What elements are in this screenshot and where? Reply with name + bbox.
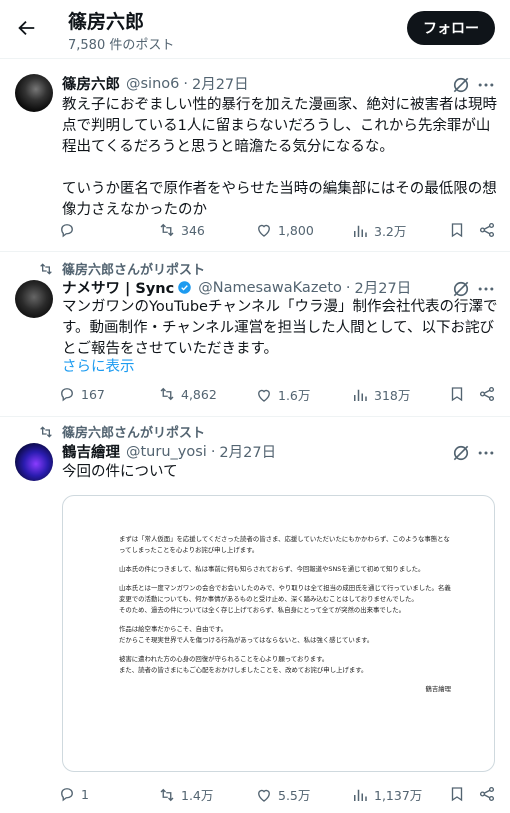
statement-paragraph: 被害に遭われた方の心身の回復が守られることを心より願っております。 また、読者の… xyxy=(119,655,368,674)
like-button[interactable]: 5.5万 xyxy=(255,785,310,804)
divider xyxy=(0,58,510,59)
post-count: 7,580 件のポスト xyxy=(68,38,175,53)
verified-badge-icon xyxy=(178,281,191,294)
reply-icon xyxy=(61,788,73,802)
avatar[interactable] xyxy=(15,280,53,318)
author-name[interactable]: ナメサワ | Sync xyxy=(62,277,174,298)
bookmark-button[interactable] xyxy=(448,221,466,239)
post-author-row: ナメサワ | Sync @NamesawaKazeto · 2月27日 xyxy=(62,277,411,298)
repost-icon xyxy=(160,223,174,237)
views-button[interactable]: 1,137万 xyxy=(351,785,422,804)
repost-icon xyxy=(160,387,174,401)
bookmark-icon xyxy=(451,223,463,238)
share-icon xyxy=(479,386,495,402)
author-handle[interactable]: @turu_yosi xyxy=(126,444,207,460)
statement-signature: 鶴吉繪理 xyxy=(425,685,451,693)
repost-icon xyxy=(40,425,52,438)
repost-button[interactable]: 1.4万 xyxy=(158,785,213,804)
like-icon xyxy=(258,224,270,237)
reply-button[interactable] xyxy=(58,221,81,239)
repost-indicator: 篠房六郎さんがリポスト xyxy=(38,422,205,441)
post-date[interactable]: 2月27日 xyxy=(219,441,276,462)
share-icon xyxy=(479,786,495,802)
repost-icon xyxy=(40,262,52,275)
post-actions: 167 4,862 1.6万 318万 xyxy=(58,385,500,405)
bookmark-button[interactable] xyxy=(448,385,466,403)
share-icon xyxy=(479,222,495,238)
repost-button[interactable]: 4,862 xyxy=(158,385,217,403)
post-date[interactable]: 2月27日 xyxy=(192,73,249,94)
author-name[interactable]: 篠房六郎 xyxy=(62,73,120,94)
post-actions: 1 1.4万 5.5万 1,137万 xyxy=(58,785,500,805)
profile-header: 篠房六郎 7,580 件のポスト フォロー xyxy=(0,0,510,58)
statement-paragraph: 作品は絵空事だからこそ、自由です。 だからこそ現実世界で人を傷つける行為があって… xyxy=(119,625,374,644)
bookmark-icon xyxy=(451,787,463,802)
post-text: マンガワンのYouTubeチャンネル「ウラ漫」制作会社代表の行澤です。動画制作・… xyxy=(62,299,498,357)
like-button[interactable]: 1,800 xyxy=(255,221,314,239)
author-handle[interactable]: @sino6 xyxy=(126,76,179,92)
follow-button[interactable]: フォロー xyxy=(407,11,495,45)
views-icon xyxy=(354,389,367,401)
divider xyxy=(0,251,510,252)
post-text: 今回の件について xyxy=(62,464,178,480)
show-more-link[interactable]: さらに表示 xyxy=(62,355,135,376)
reply-button[interactable]: 167 xyxy=(58,385,105,403)
post-author-row: 篠房六郎 @sino6 · 2月27日 xyxy=(62,73,249,94)
author-name[interactable]: 鶴吉繪理 xyxy=(62,441,120,462)
attached-image[interactable]: まずは「常人仮面」を応援してくださった読者の皆さま、応援していただいたにもかかわ… xyxy=(62,495,495,772)
apology-statement: まずは「常人仮面」を応援してくださった読者の皆さま、応援していただいたにもかかわ… xyxy=(119,534,451,703)
reply-icon xyxy=(61,224,73,238)
views-icon xyxy=(354,225,367,237)
grok-icon[interactable] xyxy=(451,75,471,95)
avatar[interactable] xyxy=(15,443,53,481)
grok-icon[interactable] xyxy=(451,443,471,463)
post-text: 教え子におぞましい性的暴行を加えた漫画家、絶対に被害者は現時点で判明している1人… xyxy=(62,97,497,218)
views-icon xyxy=(354,789,367,801)
like-icon xyxy=(258,789,270,802)
bookmark-icon xyxy=(451,387,463,402)
divider xyxy=(0,416,510,417)
like-button[interactable]: 1.6万 xyxy=(255,385,310,404)
like-icon xyxy=(258,389,270,402)
bookmark-button[interactable] xyxy=(448,785,466,803)
reply-button[interactable]: 1 xyxy=(58,785,89,803)
more-icon[interactable] xyxy=(476,75,496,95)
grok-icon[interactable] xyxy=(451,279,471,299)
views-button[interactable]: 318万 xyxy=(351,385,410,404)
post-date[interactable]: 2月27日 xyxy=(355,277,412,298)
profile-title: 篠房六郎 xyxy=(68,11,145,33)
repost-icon xyxy=(160,788,174,801)
post-author-row: 鶴吉繪理 @turu_yosi · 2月27日 xyxy=(62,441,276,462)
repost-button[interactable]: 346 xyxy=(158,221,205,239)
statement-paragraph: まずは「常人仮面」を応援してくださった読者の皆さま、応援していただいたにもかかわ… xyxy=(119,535,450,554)
more-icon[interactable] xyxy=(476,443,496,463)
more-icon[interactable] xyxy=(476,279,496,299)
statement-paragraph: 山本氏の件につきまして、私は事前に何も知らされておらず、今回報道やSNSを通じて… xyxy=(119,565,425,573)
author-handle[interactable]: @NamesawaKazeto xyxy=(198,280,342,296)
reply-icon xyxy=(61,388,73,402)
post-actions: 346 1,800 3.2万 xyxy=(58,221,500,241)
share-button[interactable] xyxy=(478,785,496,803)
share-button[interactable] xyxy=(478,385,496,403)
share-button[interactable] xyxy=(478,221,496,239)
statement-paragraph: 山本氏とは一度マンガワンの会合でお会いしたのみで、やり取りは全て担当の成田氏を通… xyxy=(119,584,451,614)
repost-indicator: 篠房六郎さんがリポスト xyxy=(38,259,205,278)
avatar[interactable] xyxy=(15,74,53,112)
views-button[interactable]: 3.2万 xyxy=(351,221,406,240)
back-arrow-icon[interactable] xyxy=(10,12,42,44)
